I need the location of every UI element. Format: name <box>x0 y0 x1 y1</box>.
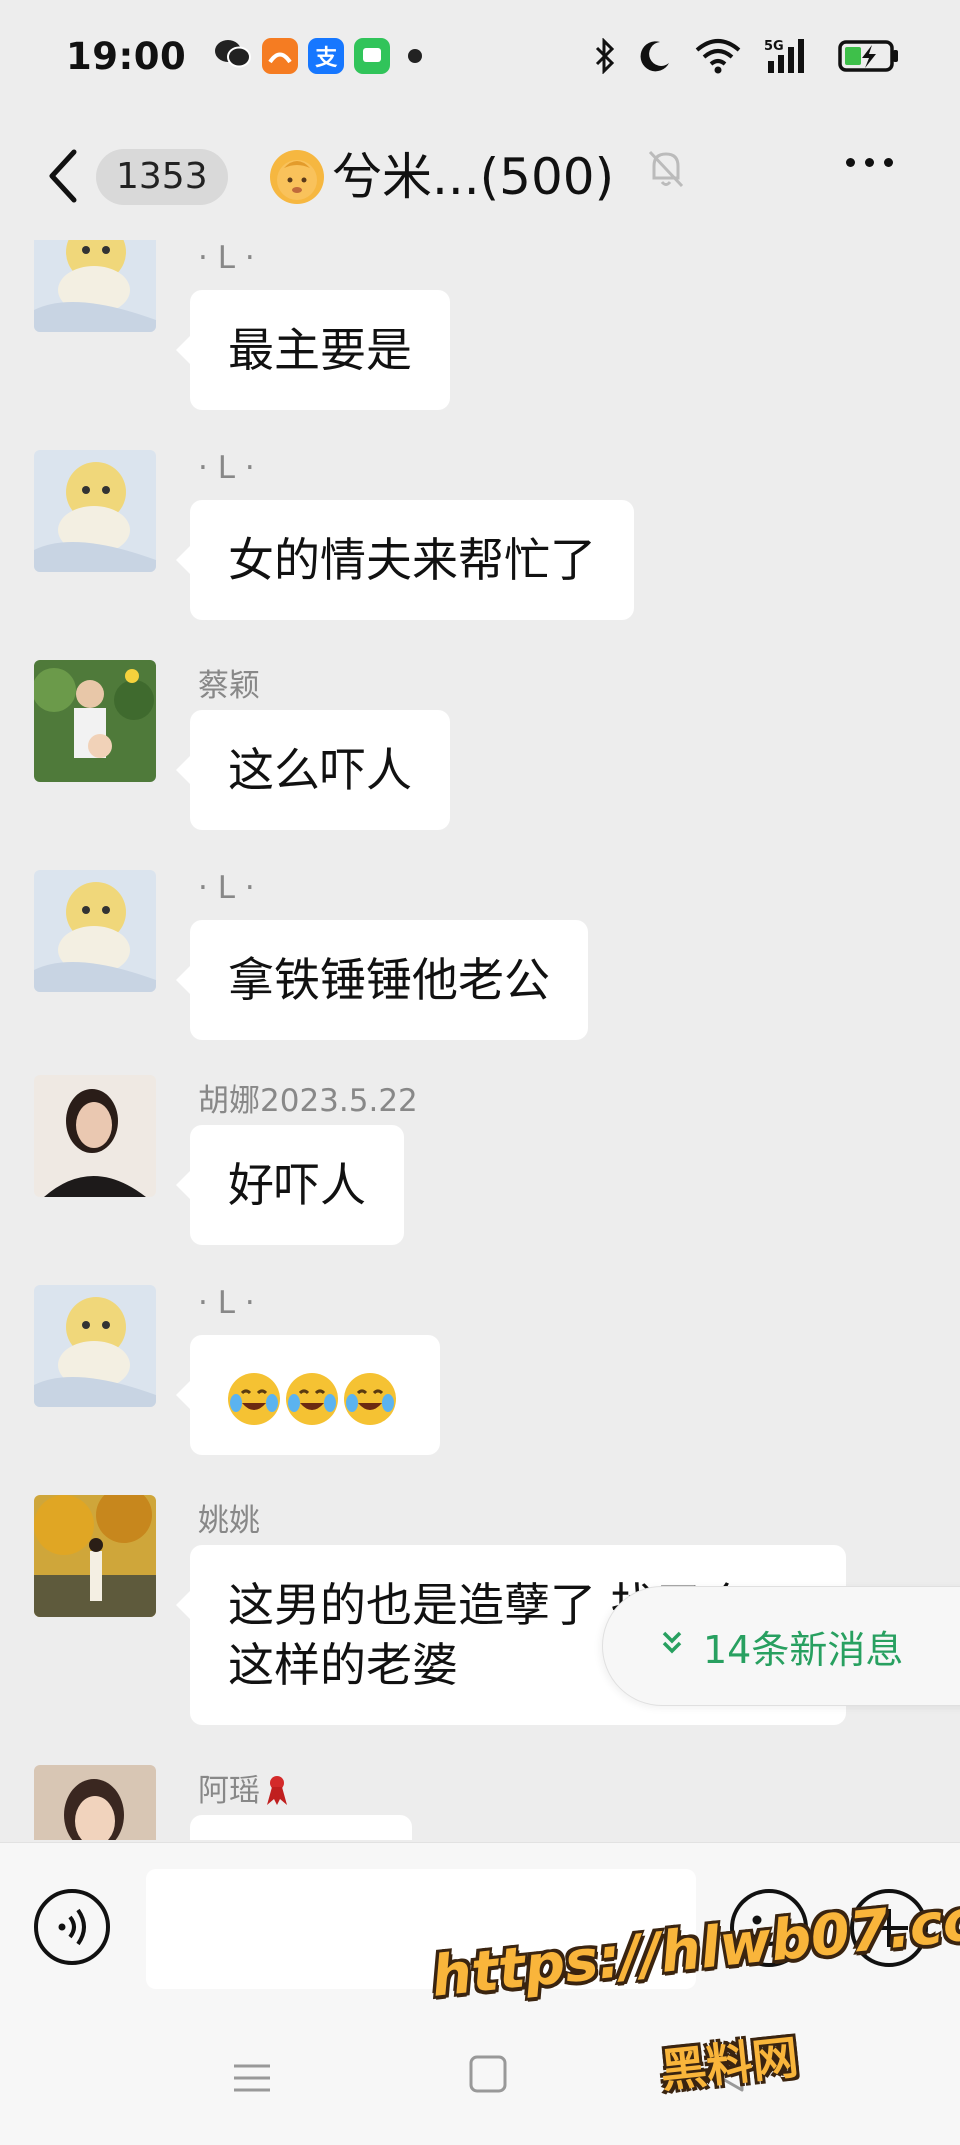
autumn-tree-avatar[interactable] <box>34 1495 156 1617</box>
messages-icon <box>354 38 391 74</box>
network-label: 5G <box>764 39 784 54</box>
signal-icon: 5G <box>764 37 816 75</box>
tears-of-joy-emoji <box>228 1372 280 1425</box>
sender-name: · L · <box>198 1285 255 1321</box>
chat-title[interactable]: 兮米...(500) <box>270 142 614 212</box>
sender-name: 胡娜2023.5.22 <box>198 1083 418 1119</box>
message-bubble[interactable] <box>190 1815 412 1840</box>
message-bubble[interactable] <box>176 1335 440 1455</box>
taobao-icon <box>262 38 299 74</box>
mute-bell-icon <box>644 146 688 194</box>
plush-toy-avatar[interactable] <box>34 870 156 992</box>
message-bubble[interactable]: 这么吓人 <box>176 710 450 830</box>
plush-toy-avatar[interactable] <box>34 1285 156 1407</box>
message-bubble[interactable]: 好吓人 <box>176 1125 404 1245</box>
sender-name: · L · <box>198 870 255 906</box>
system-nav-bar <box>0 2012 960 2145</box>
plush-toy-avatar[interactable] <box>34 450 156 572</box>
tears-of-joy-emoji <box>286 1372 338 1425</box>
sender-name: 蔡颖 <box>198 668 260 704</box>
new-messages-button[interactable]: 14条新消息 <box>602 1586 960 1706</box>
alipay-icon: 支 <box>308 38 345 74</box>
unread-count-badge[interactable]: 1353 <box>96 149 228 205</box>
sender-name: · L · <box>198 450 255 486</box>
battery-charging-icon <box>838 39 900 73</box>
wifi-icon <box>694 38 742 74</box>
menu-icon[interactable] <box>232 2058 272 2102</box>
plush-toy-avatar[interactable] <box>34 240 156 332</box>
chat-header: 1353 兮米...(500) <box>0 112 960 238</box>
more-notifications-dot <box>408 49 423 63</box>
message-bubble[interactable]: 最主要是 <box>176 290 450 410</box>
chat-title-text: 兮米...(500) <box>332 148 615 206</box>
voice-icon[interactable] <box>32 1887 112 1971</box>
status-time: 19:00 <box>66 34 187 78</box>
sender-name: 阿瑶 <box>198 1765 290 1810</box>
sender-name-text: 阿瑶 <box>198 1773 260 1809</box>
home-icon[interactable] <box>468 2054 508 2098</box>
ribbon-icon <box>267 1776 287 1805</box>
more-options-icon[interactable] <box>846 158 893 167</box>
message-bubble[interactable]: 女的情夫来帮忙了 <box>176 500 634 620</box>
smiling-woman-avatar[interactable] <box>34 1765 156 1840</box>
bluetooth-icon <box>594 38 616 74</box>
status-app-icons: 支 <box>214 38 423 74</box>
message-bubble[interactable]: 拿铁锤锤他老公 <box>176 920 588 1040</box>
sender-name: 姚姚 <box>198 1503 260 1539</box>
woman-portrait-avatar[interactable] <box>34 1075 156 1197</box>
status-bar: 19:00 支 5G <box>0 0 960 112</box>
sender-name: · L · <box>198 240 255 276</box>
new-messages-label: 14条新消息 <box>703 1627 904 1672</box>
wechat-icon <box>214 38 252 74</box>
moon-icon <box>638 39 672 73</box>
family-photo-avatar[interactable] <box>34 660 156 782</box>
back-button[interactable] <box>44 146 84 206</box>
status-indicators: 5G <box>594 37 900 75</box>
double-chevron-down-icon <box>661 1629 683 1664</box>
tears-of-joy-emoji <box>344 1372 396 1425</box>
baby-emoji-icon <box>270 150 324 204</box>
